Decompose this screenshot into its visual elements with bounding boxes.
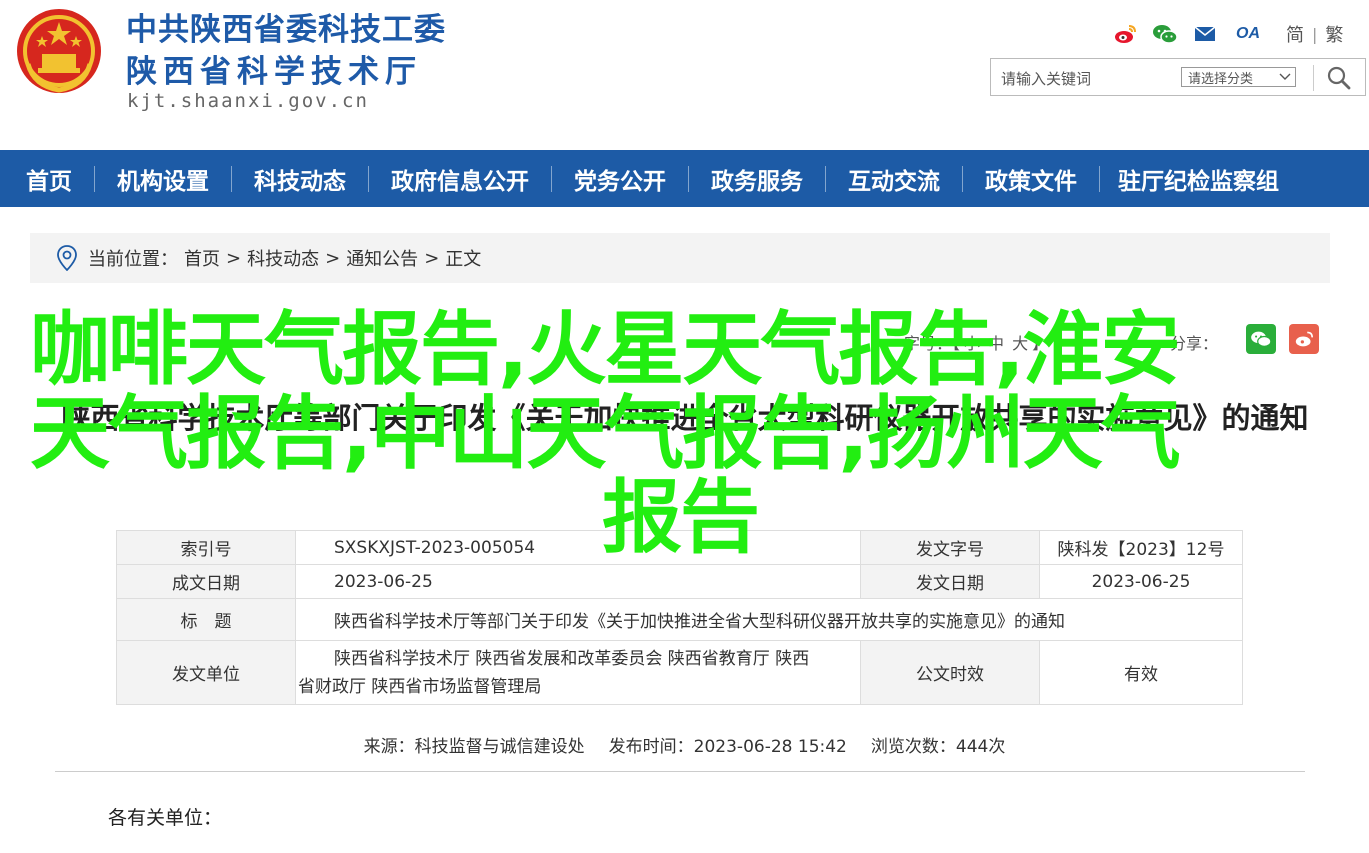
nav-item-discipline[interactable]: 驻厅纪检监察组 bbox=[1118, 162, 1279, 196]
breadcrumb-separator: > bbox=[424, 247, 440, 269]
breadcrumb-separator: > bbox=[325, 247, 341, 269]
title-label: 标 题 bbox=[116, 598, 296, 641]
views-value: 444次 bbox=[955, 737, 1006, 757]
breadcrumb-separator: > bbox=[226, 247, 242, 269]
nav-separator bbox=[368, 165, 369, 192]
category-select-label: 请选择分类 bbox=[1188, 71, 1254, 87]
oa-icon[interactable]: OA bbox=[1232, 22, 1264, 46]
written-date-label: 成文日期 bbox=[116, 564, 296, 599]
nav-separator bbox=[962, 165, 963, 192]
location-pin-icon bbox=[56, 245, 78, 271]
breadcrumb: 当前位置： 首页 > 科技动态 > 通知公告 > 正文 bbox=[30, 233, 1330, 283]
nav-item-home[interactable]: 首页 bbox=[26, 162, 72, 196]
nav-separator bbox=[688, 165, 689, 192]
issuer-line-1: 陕西省科学技术厅 陕西省发展和改革委员会 陕西省教育厅 陕西 bbox=[334, 648, 810, 669]
share-weibo-icon[interactable] bbox=[1289, 324, 1319, 354]
site-domain: kjt.shaanxi.gov.cn bbox=[127, 90, 369, 112]
nav-item-gov-services[interactable]: 政务服务 bbox=[711, 162, 803, 196]
breadcrumb-home[interactable]: 首页 bbox=[184, 245, 220, 271]
lang-simplified-link[interactable]: 简 bbox=[1286, 21, 1304, 47]
breadcrumb-current: 正文 bbox=[445, 249, 482, 270]
title-value: 陕西省科学技术厅等部门关于印发《关于加快推进全省大型科研仪器开放共享的实施意见》… bbox=[295, 598, 1243, 641]
mail-icon[interactable] bbox=[1192, 22, 1218, 46]
issue-date-label: 发文日期 bbox=[860, 564, 1040, 599]
dept-name: 陕西省科学技术厅 bbox=[126, 54, 422, 90]
table-row: 成文日期 2023-06-25 发文日期 2023-06-25 bbox=[116, 564, 1243, 599]
org-name: 中共陕西省委科技工委 bbox=[126, 12, 446, 48]
breadcrumb-notices[interactable]: 通知公告 bbox=[346, 245, 418, 271]
search-icon bbox=[1327, 66, 1351, 90]
table-row: 发文单位 陕西省科学技术厅 陕西省发展和改革委员会 陕西省教育厅 陕西 省财政厅… bbox=[116, 640, 1243, 705]
nav-item-tech-news[interactable]: 科技动态 bbox=[254, 162, 346, 196]
publish-info: 来源：科技监督与诚信建设处 发布时间：2023-06-28 15:42 浏览次数：4… bbox=[0, 732, 1369, 757]
nav-separator bbox=[1099, 165, 1100, 192]
lang-separator: | bbox=[1312, 24, 1318, 44]
overlay-line-3: 报告 bbox=[602, 471, 760, 564]
overlay-line-2: 天气报告,中山天气报告,扬州天气 bbox=[30, 387, 1181, 480]
publish-time-value: 2023-06-28 15:42 bbox=[693, 737, 847, 757]
lang-traditional-link[interactable]: 繁 bbox=[1325, 21, 1343, 47]
search-divider bbox=[1313, 65, 1314, 91]
issue-date-value: 2023-06-25 bbox=[1039, 564, 1243, 599]
wechat-icon[interactable] bbox=[1152, 22, 1178, 46]
views-label: 浏览次数： bbox=[870, 737, 956, 757]
issuer-line-2: 省财政厅 陕西省市场监督管理局 bbox=[298, 676, 542, 697]
validity-value: 有效 bbox=[1039, 640, 1243, 705]
table-row: 标 题 陕西省科学技术厅等部门关于印发《关于加快推进全省大型科研仪器开放共享的实… bbox=[116, 598, 1243, 641]
validity-label: 公文时效 bbox=[860, 640, 1040, 705]
nav-separator bbox=[94, 165, 95, 192]
nav-item-organization[interactable]: 机构设置 bbox=[117, 162, 209, 196]
chevron-down-icon bbox=[1279, 73, 1291, 80]
nav-item-interaction[interactable]: 互动交流 bbox=[848, 162, 940, 196]
issuer-value: 陕西省科学技术厅 陕西省发展和改革委员会 陕西省教育厅 陕西 省财政厅 陕西省市… bbox=[295, 640, 861, 705]
body-salutation: 各有关单位： bbox=[108, 807, 223, 829]
nav-item-policy[interactable]: 政策文件 bbox=[985, 162, 1077, 196]
category-select[interactable]: 请选择分类 bbox=[1181, 67, 1296, 87]
written-date-value: 2023-06-25 bbox=[295, 564, 861, 599]
source-label: 来源： bbox=[363, 737, 415, 757]
issuer-label: 发文单位 bbox=[116, 640, 296, 705]
search-box: 请选择分类 bbox=[990, 58, 1366, 96]
source-value: 科技监督与诚信建设处 bbox=[414, 737, 585, 757]
header-tools: OA 简 | 繁 bbox=[1112, 20, 1343, 48]
search-input[interactable] bbox=[999, 65, 1173, 93]
search-button[interactable] bbox=[1323, 63, 1355, 93]
site-header: 中共陕西省委科技工委 陕西省科学技术厅 kjt.shaanxi.gov.cn O… bbox=[0, 0, 1369, 150]
main-nav: 首页 机构设置 科技动态 政府信息公开 党务公开 政务服务 互动交流 政策文件 … bbox=[0, 150, 1369, 207]
breadcrumb-tech-news[interactable]: 科技动态 bbox=[247, 245, 319, 271]
nav-item-gov-info[interactable]: 政府信息公开 bbox=[391, 162, 529, 196]
divider bbox=[55, 771, 1305, 772]
nav-item-party-affairs[interactable]: 党务公开 bbox=[574, 162, 666, 196]
oa-label: OA bbox=[1236, 25, 1260, 42]
nav-separator bbox=[231, 165, 232, 192]
weibo-icon[interactable] bbox=[1112, 22, 1138, 46]
publish-time-label: 发布时间： bbox=[608, 737, 694, 757]
overlay-line-1: 咖啡天气报告,火星天气报告,淮安 bbox=[30, 303, 1181, 396]
breadcrumb-label: 当前位置： bbox=[88, 249, 178, 270]
overlay-headline: 咖啡天气报告,火星天气报告,淮安 天气报告,中山天气报告,扬州天气 报告 bbox=[30, 308, 1260, 560]
national-emblem-icon bbox=[17, 9, 101, 93]
nav-separator bbox=[825, 165, 826, 192]
nav-separator bbox=[551, 165, 552, 192]
